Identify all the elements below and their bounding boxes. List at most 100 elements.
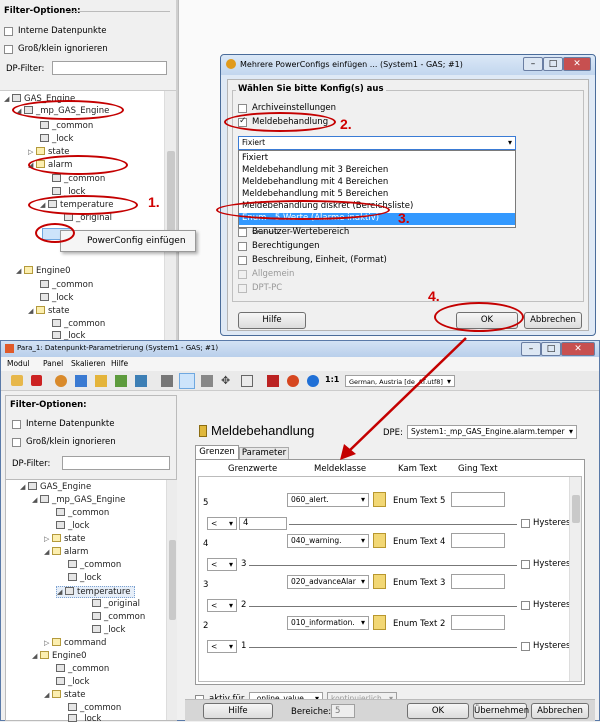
settings-icon[interactable] [55, 375, 67, 387]
ging-text-input[interactable] [451, 492, 505, 507]
operator-select[interactable]: < [207, 599, 237, 612]
ging-text-input[interactable] [451, 615, 505, 630]
print-icon[interactable] [161, 375, 173, 387]
operator-select[interactable]: < [207, 558, 237, 571]
operator-select[interactable]: < [207, 640, 237, 653]
tree-item[interactable]: ▷ state [44, 534, 86, 544]
dropdown-option[interactable]: Meldebehandlung mit 5 Bereichen [242, 189, 388, 199]
zoom-label[interactable]: 1:1 [325, 375, 339, 384]
text-edit-icon[interactable] [373, 615, 386, 630]
hysterese-checkbox[interactable] [521, 642, 530, 651]
menu-skalieren[interactable]: Skalieren [71, 359, 106, 368]
tree-item[interactable]: ◢ Engine0 [32, 651, 87, 661]
interne-dp-checkbox[interactable] [4, 27, 13, 36]
tree-item[interactable]: _original [92, 599, 140, 609]
gross-klein-checkbox[interactable] [4, 45, 13, 54]
hysterese-checkbox[interactable] [521, 560, 530, 569]
benutzer-checkbox[interactable] [238, 228, 247, 237]
tree-scrollbar[interactable] [164, 91, 176, 341]
bereiche-spinner[interactable]: 5 [331, 704, 355, 718]
tree-item[interactable]: _lock [40, 293, 73, 303]
move-icon[interactable]: ✥ [221, 375, 233, 387]
tree-item[interactable]: _common [92, 612, 145, 622]
meldeklasse-select[interactable]: 020_advanceAlar [287, 575, 369, 589]
operator-select[interactable]: < [207, 517, 237, 530]
tree-item[interactable]: _common [52, 174, 105, 184]
tree-item[interactable]: _lock [56, 677, 89, 687]
open-icon[interactable] [11, 375, 23, 386]
tree-item[interactable]: _lock [40, 134, 73, 144]
scroll-thumb[interactable] [167, 151, 175, 231]
tree-item[interactable]: ◢ state [28, 306, 70, 316]
menu-hilfe[interactable]: Hilfe [111, 359, 128, 368]
meldeklasse-select[interactable]: 060_alert. [287, 493, 369, 507]
meldeklasse-select[interactable]: 040_warning. [287, 534, 369, 548]
ging-text-input[interactable] [451, 533, 505, 548]
group-icon[interactable] [267, 375, 279, 387]
abbrechen-button[interactable]: Abbrechen [524, 312, 582, 329]
dp-filter-input[interactable] [62, 456, 170, 470]
context-menu-item[interactable]: PowerConfig einfügen [87, 236, 186, 246]
hysterese-checkbox[interactable] [521, 601, 530, 610]
users2-icon[interactable] [135, 375, 147, 387]
tree-scrollbar[interactable] [166, 480, 177, 720]
tree-item[interactable]: _common [56, 508, 109, 518]
minimize-button[interactable]: – [521, 342, 541, 356]
tree-item[interactable]: _common [52, 319, 105, 329]
dptpc-checkbox[interactable] [238, 284, 247, 293]
tree-item[interactable]: _lock [56, 521, 89, 531]
tree-item[interactable]: _common [56, 664, 109, 674]
close-button[interactable]: ✕ [561, 342, 595, 356]
uebernehmen-button[interactable]: Übernehmen [473, 703, 529, 719]
dp-filter-input[interactable] [52, 61, 167, 75]
tab-grenzen[interactable]: Grenzen [195, 445, 239, 459]
meldeklasse-select[interactable]: 010_information. [287, 616, 369, 630]
ok-button[interactable]: OK [407, 703, 469, 719]
tree-item[interactable]: _common [40, 121, 93, 131]
tree-item[interactable]: _lock [92, 625, 125, 635]
text-edit-icon[interactable] [373, 533, 386, 548]
maximize-button[interactable]: □ [543, 57, 563, 71]
konfig-select[interactable]: Fixiert [238, 136, 516, 150]
frame-icon[interactable] [241, 375, 253, 387]
tree-icon[interactable] [75, 375, 87, 387]
tool-icon[interactable] [201, 375, 213, 387]
text-edit-icon[interactable] [373, 492, 386, 507]
interne-dp-checkbox[interactable] [12, 420, 21, 429]
tree-item[interactable]: _lock [68, 573, 101, 583]
ging-text-input[interactable] [451, 574, 505, 589]
stop-icon[interactable] [31, 375, 42, 386]
tree-item[interactable]: ◢ _mp_GAS_Engine [32, 495, 125, 505]
maximize-button[interactable]: □ [541, 342, 561, 356]
language-select[interactable]: German, Austria [de_AT.utf8] [345, 375, 455, 387]
cursor-icon[interactable] [179, 373, 195, 389]
berecht-checkbox[interactable] [238, 242, 247, 251]
allgemein-checkbox[interactable] [238, 270, 247, 279]
limit-input[interactable]: 4 [239, 517, 287, 530]
dpe-select[interactable]: System1:_mp_GAS_Engine.alarm.temper [407, 425, 577, 439]
abbrechen-button[interactable]: Abbrechen [531, 703, 589, 719]
dp-icon[interactable] [95, 375, 107, 387]
dropdown-option[interactable]: Meldebehandlung mit 4 Bereichen [242, 177, 388, 187]
tree-item[interactable]: _common [68, 703, 121, 713]
menu-modul[interactable]: Modul [7, 359, 30, 368]
tree-item[interactable]: _common [40, 280, 93, 290]
tree-item[interactable]: ◢ GAS_Engine [20, 482, 91, 492]
tree-item[interactable]: ▷ command [44, 638, 106, 648]
hilfe-button[interactable]: Hilfe [238, 312, 306, 329]
text-edit-icon[interactable] [373, 574, 386, 589]
tree-item-selected[interactable]: ◢ temperature [56, 586, 136, 598]
minimize-button[interactable]: – [523, 57, 543, 71]
tree-item[interactable]: ◢ state [44, 690, 86, 700]
close-button[interactable]: ✕ [563, 57, 591, 71]
zoom-in-icon[interactable] [287, 375, 299, 387]
zoom-out-icon[interactable] [307, 375, 319, 387]
users-icon[interactable] [115, 375, 127, 387]
dropdown-option[interactable]: Meldebehandlung mit 3 Bereichen [242, 165, 388, 175]
dropdown-option[interactable]: Fixiert [242, 153, 268, 163]
scroll-thumb[interactable] [169, 540, 176, 620]
hilfe-button[interactable]: Hilfe [203, 703, 273, 719]
archiv-checkbox[interactable] [238, 104, 247, 113]
scroll-thumb[interactable] [572, 495, 580, 523]
tree-item[interactable]: ◢ Engine0 [16, 266, 71, 276]
